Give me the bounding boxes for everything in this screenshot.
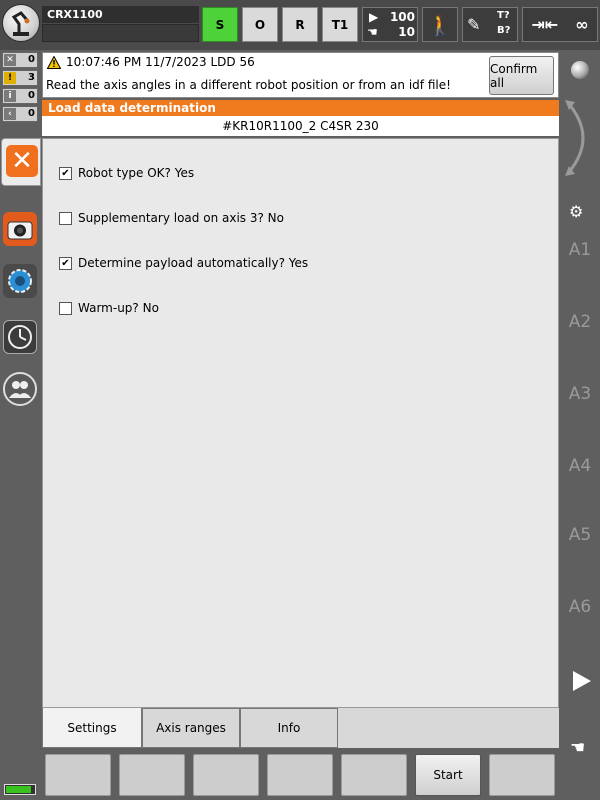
window-title: Load data determination (42, 100, 559, 116)
tab-settings[interactable]: Settings (42, 708, 142, 748)
option-label: Robot type OK? Yes (78, 166, 195, 180)
gear-icon[interactable] (3, 264, 37, 298)
play-icon[interactable] (572, 670, 592, 692)
robot-type-subtitle: #KR10R1100_2 C4SR 230 (42, 116, 559, 136)
camera-icon[interactable] (3, 212, 37, 246)
option-checkbox[interactable]: ✔ (59, 166, 72, 180)
option-checkbox[interactable]: ✔ (59, 256, 72, 270)
globe-icon[interactable] (571, 61, 589, 79)
jog-mode-icon[interactable]: ⚙ (569, 202, 583, 221)
drives-status-button[interactable]: O (242, 7, 278, 42)
jog-hand-icon[interactable]: ☚ (570, 738, 585, 758)
warning-counter[interactable]: ! 3 (2, 70, 38, 86)
program-override-value: 100 (389, 10, 415, 24)
jog-override-value: 10 (398, 25, 415, 39)
warning-count: 3 (28, 72, 35, 83)
confirm-all-button[interactable]: Confirm all (489, 56, 554, 95)
robot-interpreter-status-button[interactable]: R (282, 7, 318, 42)
base-label: B? (497, 25, 511, 36)
softkey-4[interactable] (267, 754, 333, 796)
softkey-1[interactable] (45, 754, 111, 796)
option-checkbox[interactable] (59, 301, 72, 315)
close-window-button[interactable]: ✕ (1, 138, 41, 186)
axis-label-a6[interactable]: A6 (560, 597, 600, 617)
robot-subname-field (42, 24, 199, 42)
axis-label-a5[interactable]: A5 (560, 525, 600, 545)
robot-name: CRX1100 (42, 6, 199, 23)
option-row[interactable]: ✔ Robot type OK? Yes (59, 165, 194, 181)
jog-arc-icon[interactable] (563, 98, 597, 178)
operating-mode-button[interactable]: T1 (322, 7, 358, 42)
info-icon: i (4, 90, 16, 102)
dialog-counter[interactable]: ‹ 0 (2, 106, 38, 122)
message-time: 10:07:46 PM 11/7/2023 LDD 56 (66, 55, 255, 69)
info-count: 0 (28, 90, 35, 101)
option-label: Determine payload automatically? Yes (78, 256, 309, 270)
increment-arrows-icon: ⇥⇤ (531, 15, 559, 34)
close-icon: ✕ (6, 145, 38, 177)
message-text: Read the axis angles in a different robo… (46, 78, 451, 92)
warning-icon: ! (4, 72, 16, 84)
axis-label-a3[interactable]: A3 (560, 384, 600, 404)
option-checkbox[interactable] (59, 211, 72, 225)
tab-info[interactable]: Info (240, 708, 338, 748)
softkey-3[interactable] (193, 754, 259, 796)
robot-logo-icon[interactable] (2, 4, 40, 42)
robot-name-box[interactable]: CRX1100 (42, 6, 199, 42)
message-panel[interactable]: 10:07:46 PM 11/7/2023 LDD 56 Read the ax… (42, 52, 559, 98)
softkey-7[interactable] (489, 754, 555, 796)
override-button[interactable]: ▶ 100 ☚ 10 (362, 7, 418, 42)
tool-icon: ✎ (467, 15, 481, 34)
users-icon[interactable] (3, 372, 37, 406)
incremental-jog-button[interactable]: ⇥⇤ ∞ (522, 7, 598, 42)
error-count: 0 (28, 54, 35, 65)
start-button[interactable]: Start (415, 754, 481, 796)
option-label: Supplementary load on axis 3? No (78, 211, 284, 225)
dialog-count: 0 (28, 108, 35, 119)
tab-axis-ranges[interactable]: Axis ranges (142, 708, 240, 748)
tab-bar: Settings Axis ranges Info (42, 708, 559, 748)
warning-triangle-icon (47, 56, 61, 69)
options-panel: ✔ Robot type OK? Yes Supplementary load on… (42, 138, 559, 708)
dialog-icon: ‹ (4, 108, 16, 120)
clock-icon[interactable] (3, 320, 37, 354)
axis-label-a2[interactable]: A2 (560, 312, 600, 332)
softkey-5[interactable] (341, 754, 407, 796)
tool-label: T? (497, 10, 510, 21)
walk-mode-icon[interactable]: 🚶 (422, 7, 458, 42)
submit-interpreter-status-button[interactable]: S (202, 7, 238, 42)
error-counter[interactable]: ✕ 0 (2, 52, 38, 68)
softkey-bar: Start (42, 750, 559, 800)
info-counter[interactable]: i 0 (2, 88, 38, 104)
error-icon: ✕ (4, 54, 16, 66)
increment-value: ∞ (575, 15, 589, 34)
option-row[interactable]: Supplementary load on axis 3? No (59, 210, 284, 226)
jog-hand-icon: ☚ (367, 25, 378, 39)
option-row[interactable]: ✔ Determine payload automatically? Yes (59, 255, 308, 271)
message-counters[interactable]: ✕ 0 ! 3 i 0 ‹ 0 (0, 52, 40, 124)
axis-label-a4[interactable]: A4 (560, 456, 600, 476)
option-label: Warm-up? No (78, 301, 159, 315)
softkey-2[interactable] (119, 754, 185, 796)
battery-level-fill (6, 786, 31, 793)
option-row[interactable]: Warm-up? No (59, 300, 159, 316)
axis-label-a1[interactable]: A1 (560, 240, 600, 260)
tool-base-button[interactable]: ✎ T? B? (462, 7, 518, 42)
battery-icon (4, 784, 36, 795)
program-run-icon: ▶ (369, 10, 379, 24)
